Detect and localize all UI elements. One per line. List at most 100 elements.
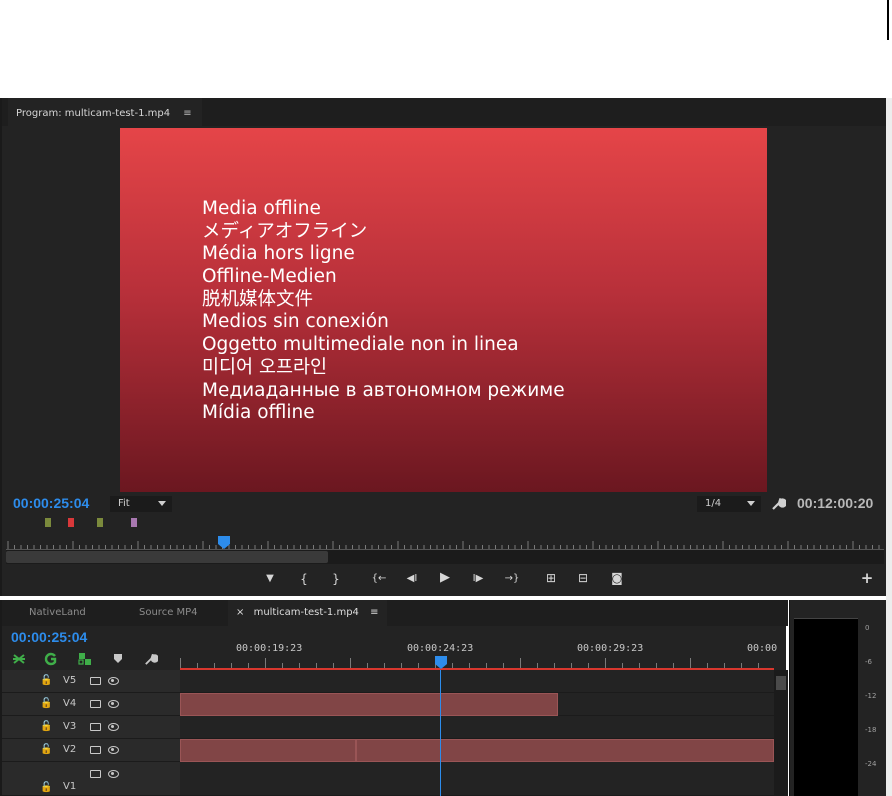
program-video-frame[interactable]: Media offline メディアオフライン Média hors ligne…	[120, 128, 767, 492]
marker[interactable]	[97, 518, 103, 527]
ruler-label: 00:00:19:23	[236, 643, 303, 654]
scrollbar-thumb[interactable]	[776, 676, 786, 690]
lock-icon[interactable]: 🔓	[40, 782, 52, 793]
audio-meter-panel: 0 -6 -12 -18 -24	[789, 600, 886, 796]
sync-lock-icon[interactable]	[90, 723, 101, 731]
track-lane-v4[interactable]	[180, 693, 774, 716]
window-right-edge	[886, 98, 892, 796]
marker[interactable]	[68, 518, 74, 527]
wrench-icon[interactable]	[143, 651, 158, 666]
eye-icon[interactable]	[108, 770, 119, 778]
sync-lock-icon[interactable]	[90, 770, 101, 778]
program-playhead-timecode[interactable]: 00:00:25:04	[13, 495, 89, 511]
close-icon[interactable]: ×	[236, 607, 244, 618]
track-header-v2[interactable]: 🔓 V2	[2, 739, 180, 762]
program-tab[interactable]: Program: multicam-test-1.mp4 ≡	[8, 98, 202, 126]
db-label: -6	[865, 658, 872, 666]
timeline-time-ruler[interactable]: 00:00:19:23 00:00:24:23 00:00:29:23 00:0…	[180, 626, 778, 670]
offline-line: 脱机媒体文件	[202, 288, 314, 310]
marker-icon[interactable]	[113, 653, 123, 665]
program-zoom-scrollbar[interactable]	[6, 550, 884, 564]
premiere-window: Program: multicam-test-1.mp4 ≡ Media off…	[0, 0, 892, 796]
lock-icon[interactable]: 🔓	[40, 721, 52, 732]
tab-source-mp4[interactable]: Source MP4	[139, 600, 198, 626]
ruler-label: 00:00	[747, 643, 778, 654]
lock-icon[interactable]: 🔓	[40, 698, 52, 709]
lift-button[interactable]: ⊞	[542, 571, 560, 585]
program-time-ruler[interactable]	[6, 538, 884, 550]
mark-out-button[interactable]: }	[327, 572, 345, 586]
track-lane-v1[interactable]	[180, 762, 774, 796]
offline-clip[interactable]	[356, 739, 774, 762]
play-button[interactable]: ▶	[436, 571, 454, 585]
track-name: V5	[63, 675, 77, 686]
sync-lock-icon[interactable]	[90, 746, 101, 754]
sync-lock-icon[interactable]	[90, 677, 101, 685]
offline-clip[interactable]	[180, 739, 356, 762]
track-lane-v2[interactable]	[180, 739, 774, 762]
step-forward-button[interactable]: I▶	[468, 572, 488, 586]
track-name: V1	[63, 781, 77, 792]
offline-line: Media offline	[202, 198, 321, 219]
step-back-button[interactable]: ◀I	[402, 572, 422, 586]
media-offline-message: Media offline メディアオフライン Média hors ligne…	[202, 198, 565, 425]
track-header-v5[interactable]: 🔓 V5	[2, 670, 180, 693]
program-tab-label: Program: multicam-test-1.mp4	[16, 108, 171, 119]
marker[interactable]	[131, 518, 137, 527]
panel-menu-icon[interactable]: ≡	[370, 607, 378, 618]
timeline-playhead-timecode[interactable]: 00:00:25:04	[11, 629, 87, 645]
go-to-in-button[interactable]: {←	[367, 572, 391, 586]
export-frame-button[interactable]: ◙	[608, 571, 626, 585]
lock-icon[interactable]: 🔓	[40, 744, 52, 755]
db-label: 0	[865, 624, 870, 632]
track-header-v3[interactable]: 🔓 V3	[2, 716, 180, 739]
meter-divider	[794, 618, 858, 619]
button-editor-add-button[interactable]: +	[858, 571, 876, 586]
sync-lock-icon[interactable]	[90, 700, 101, 708]
extract-button[interactable]: ⊟	[574, 571, 592, 585]
track-lane-v5[interactable]	[180, 670, 774, 693]
playhead-icon[interactable]	[435, 656, 447, 670]
offline-line: Medios sin conexión	[202, 311, 389, 333]
track-header-v1[interactable]: 🔓 V1	[2, 762, 180, 796]
mark-in-button[interactable]: {	[295, 572, 313, 586]
marker[interactable]	[45, 518, 51, 527]
lock-icon[interactable]: 🔓	[40, 675, 52, 686]
eye-icon[interactable]	[108, 677, 119, 685]
track-lane-v3[interactable]	[180, 716, 774, 739]
timeline-panel: NativeLand Source MP4 × multicam-test-1.…	[0, 600, 788, 796]
linked-selection-icon[interactable]	[44, 652, 58, 666]
resolution-dropdown[interactable]: 1/4	[697, 496, 761, 512]
eye-icon[interactable]	[108, 700, 119, 708]
snap-icon[interactable]	[12, 652, 26, 666]
fit-dropdown-value: Fit	[118, 498, 130, 509]
db-label: -24	[865, 760, 877, 768]
program-tab-bar: Program: multicam-test-1.mp4 ≡	[2, 98, 888, 126]
chevron-down-icon	[747, 501, 755, 506]
wrench-icon[interactable]	[770, 495, 786, 511]
track-name: V4	[63, 698, 77, 709]
fit-dropdown[interactable]: Fit	[110, 496, 172, 512]
offline-line: Mídia offline	[202, 402, 315, 424]
add-marker-icon[interactable]	[78, 652, 92, 666]
tab-nativeland[interactable]: NativeLand	[29, 600, 86, 626]
program-duration-timecode: 00:12:00:20	[797, 495, 874, 511]
audio-meter	[794, 618, 858, 796]
window-edge	[887, 0, 889, 40]
eye-icon[interactable]	[108, 746, 119, 754]
scrollbar-thumb[interactable]	[6, 551, 328, 563]
offline-line: Offline-Medien	[202, 266, 337, 288]
tab-multicam-sequence[interactable]: × multicam-test-1.mp4 ≡	[228, 600, 387, 626]
chevron-down-icon	[158, 501, 166, 506]
playhead-icon[interactable]	[218, 536, 230, 550]
add-marker-button[interactable]: ▼	[261, 572, 279, 586]
go-to-out-button[interactable]: →}	[500, 572, 524, 586]
panel-menu-icon[interactable]: ≡	[183, 108, 191, 119]
track-header-v4[interactable]: 🔓 V4	[2, 693, 180, 716]
offline-clip[interactable]	[180, 693, 558, 716]
timeline-vertical-scrollbar[interactable]	[774, 670, 788, 796]
playhead-line	[440, 670, 441, 796]
ruler-label: 00:00:29:23	[577, 643, 644, 654]
eye-icon[interactable]	[108, 723, 119, 731]
offline-line: Oggetto multimediale non in linea	[202, 334, 519, 356]
